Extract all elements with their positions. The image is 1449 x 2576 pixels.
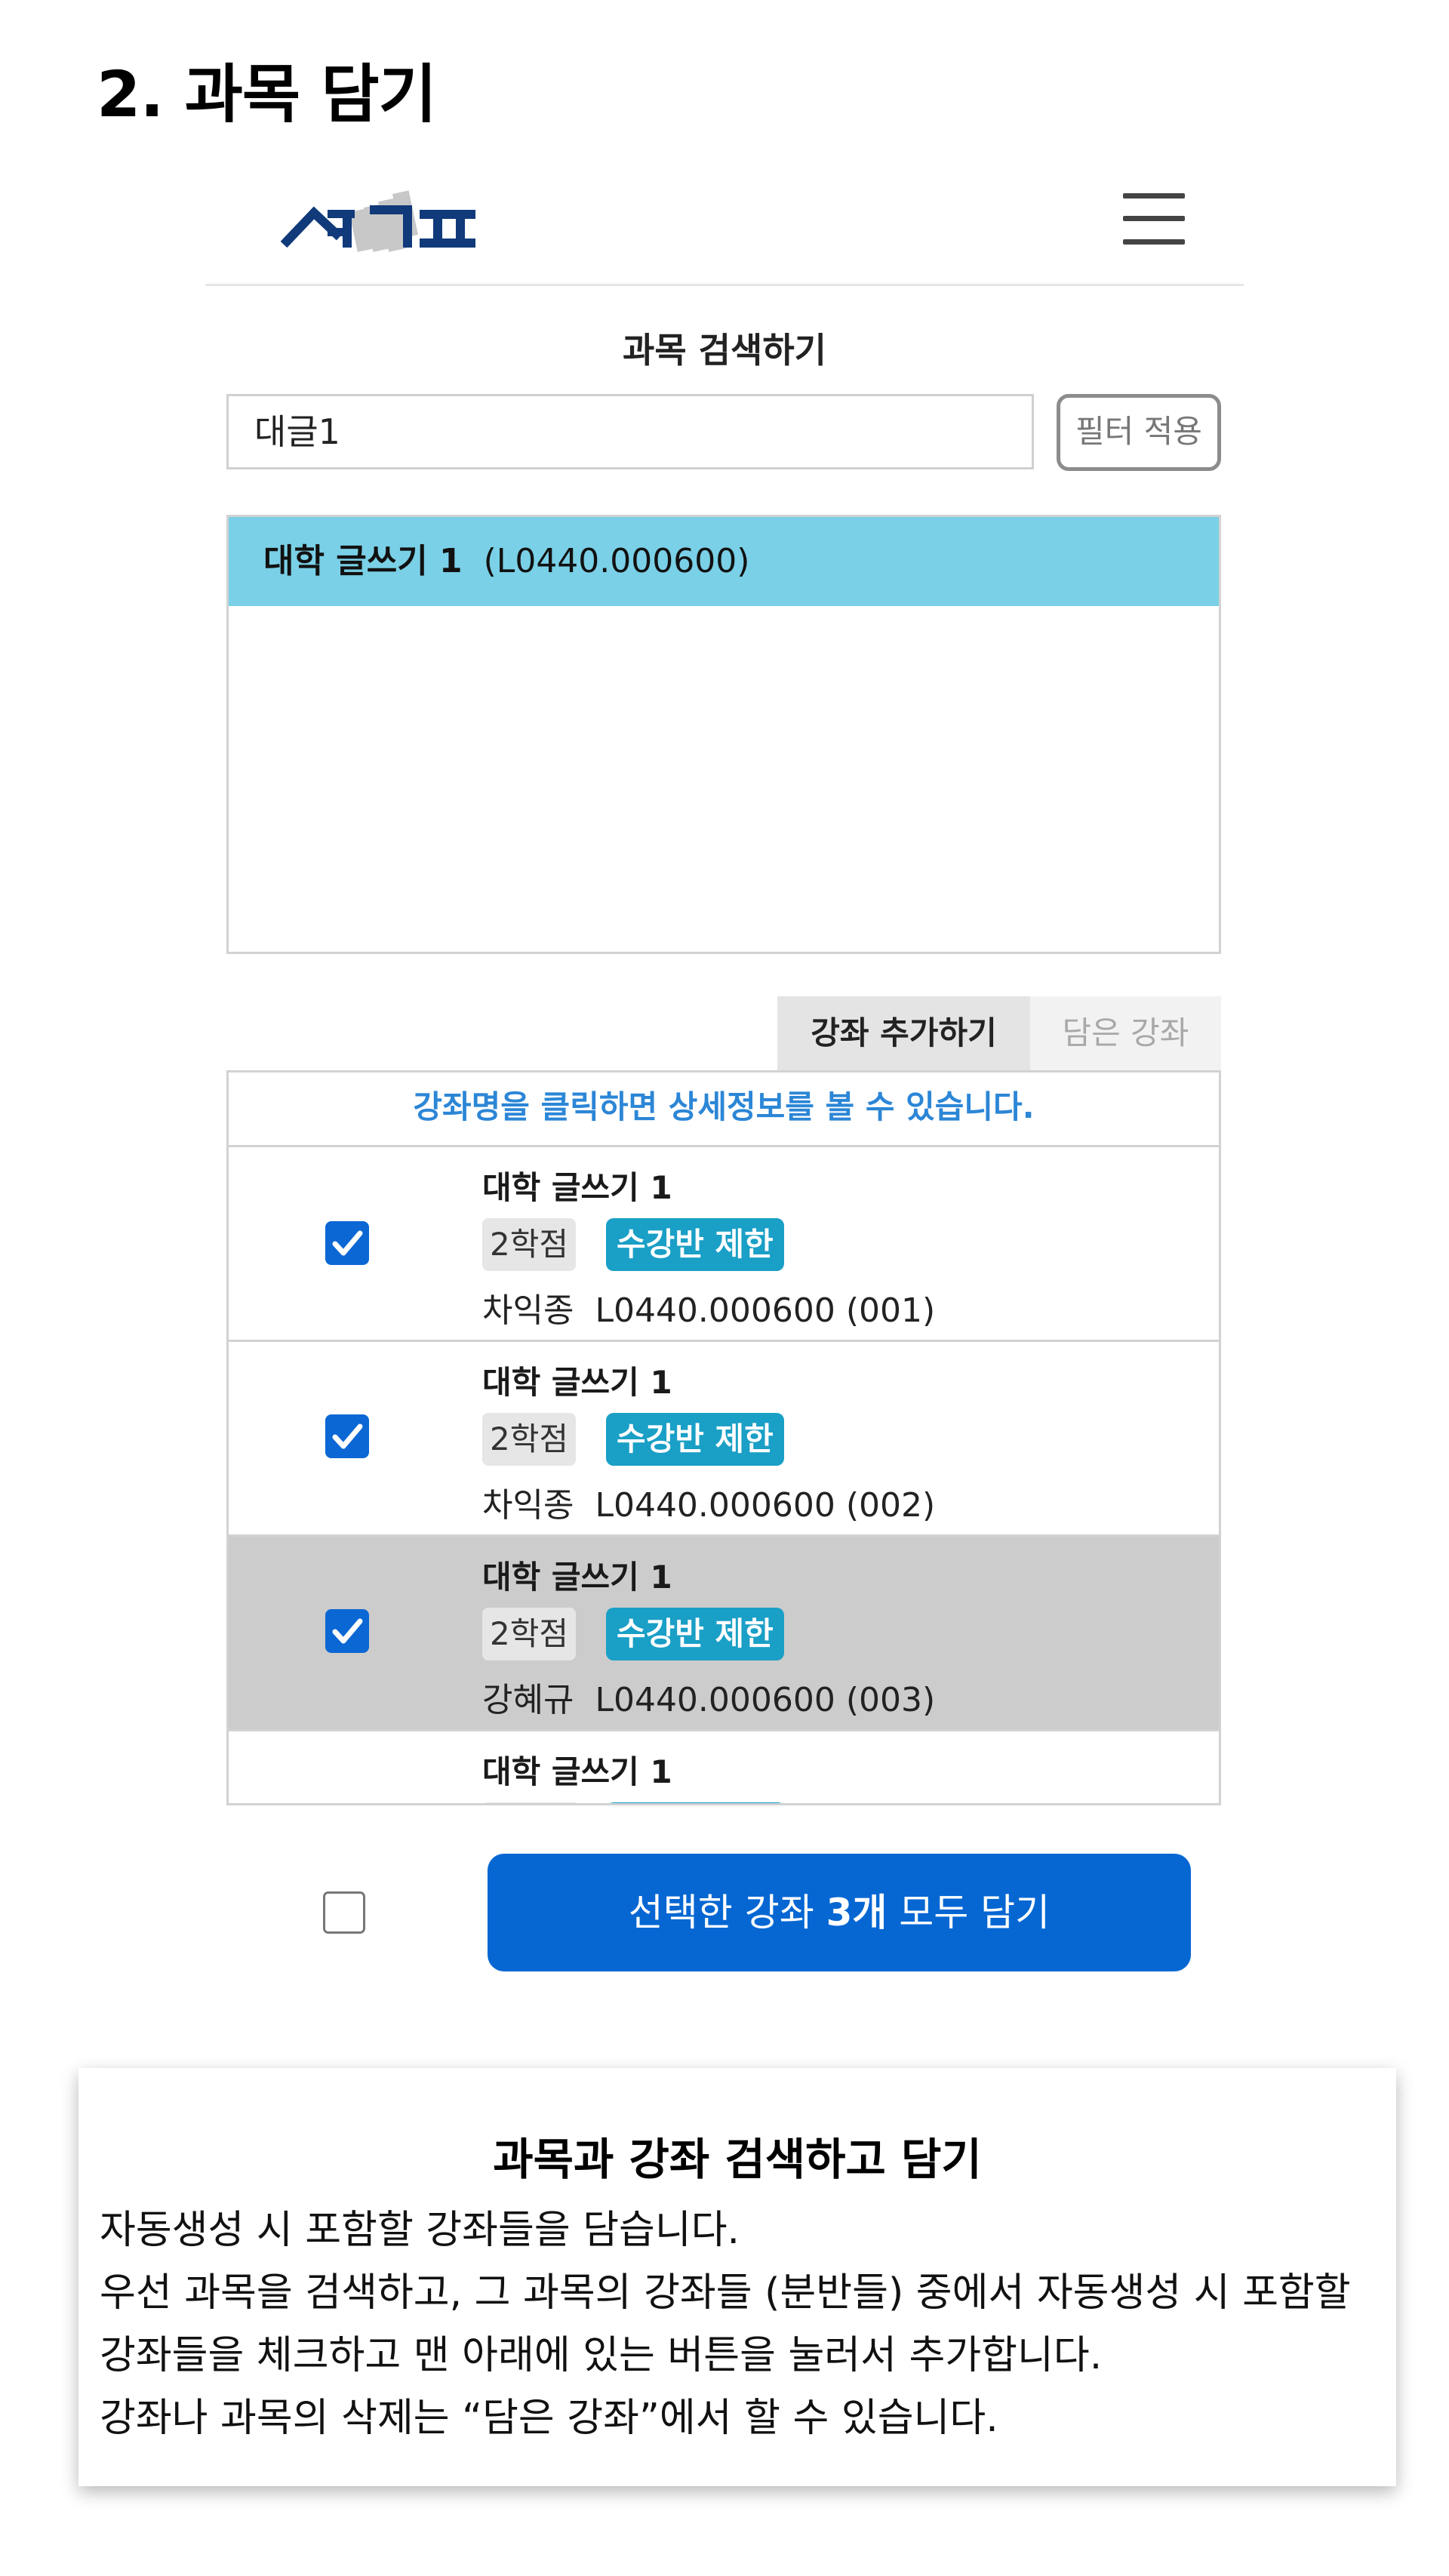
card-line: 자동생성 시 포함할 강좌들을 담습니다. <box>100 2208 740 2253</box>
section-professor: 차익종 <box>482 1291 574 1330</box>
section-code: L0440.000600 (001) <box>595 1291 936 1330</box>
section-professor: 차익종 <box>482 1486 574 1525</box>
section-row-selected[interactable]: 대학 글쓰기 1 2학점 수강반 제한 강혜규 L0440.000600 (00… <box>229 1537 1219 1731</box>
section-code: L0440.000600 (003) <box>595 1681 936 1719</box>
restriction-badge: 수강반 제한 <box>606 1608 784 1660</box>
section-checkbox[interactable] <box>325 1414 369 1458</box>
section-title[interactable]: 대학 글쓰기 1 <box>482 1552 672 1598</box>
app-logo[interactable] <box>281 172 483 263</box>
add-selected-sections-button[interactable]: 선택한 강좌 3개 모두 담기 <box>488 1854 1191 1971</box>
section-checkbox[interactable] <box>325 1609 369 1653</box>
result-course-code: (L0440.000600) <box>483 542 750 580</box>
section-row[interactable]: 대학 글쓰기 1 <box>229 1731 1219 1803</box>
filter-apply-button[interactable]: 필터 적용 <box>1057 394 1221 471</box>
section-row[interactable]: 대학 글쓰기 1 2학점 수강반 제한 차익종 L0440.000600 (00… <box>229 1147 1219 1342</box>
tab-saved-sections[interactable]: 담은 강좌 <box>1030 996 1221 1070</box>
explanation-card: 과목과 강좌 검색하고 담기 자동생성 시 포함할 강좌들을 담습니다. 우선 … <box>78 2068 1396 2486</box>
section-meta: 강혜규 L0440.000600 (003) <box>482 1673 935 1721</box>
tab-add-sections[interactable]: 강좌 추가하기 <box>777 996 1030 1070</box>
section-row[interactable]: 대학 글쓰기 1 2학점 수강반 제한 차익종 L0440.000600 (00… <box>229 1342 1219 1537</box>
result-course-name: 대학 글쓰기 1 <box>263 542 463 580</box>
restriction-badge: 수강반 제한 <box>606 1413 784 1466</box>
header-divider <box>205 284 1244 286</box>
section-hint: 강좌명을 클릭하면 상세정보를 볼 수 있습니다. <box>229 1073 1219 1147</box>
credit-badge: 2학점 <box>482 1608 577 1660</box>
card-line: 강좌나 과목의 삭제는 “담은 강좌”에서 할 수 있습니다. <box>100 2396 998 2441</box>
credit-badge: 2학점 <box>482 1218 577 1271</box>
section-meta: 차익종 L0440.000600 (001) <box>482 1283 935 1331</box>
menu-icon[interactable] <box>1123 193 1185 245</box>
add-button-prefix: 선택한 강좌 <box>628 1891 826 1934</box>
credit-badge <box>482 1802 580 1803</box>
restriction-badge <box>606 1802 786 1803</box>
section-meta: 차익종 L0440.000600 (002) <box>482 1478 935 1526</box>
credit-badge: 2학점 <box>482 1413 577 1466</box>
section-title[interactable]: 대학 글쓰기 1 <box>482 1357 672 1403</box>
search-title: 과목 검색하기 <box>623 330 826 371</box>
add-button-suffix: 모두 담기 <box>887 1891 1051 1934</box>
section-professor: 강혜규 <box>482 1681 574 1719</box>
section-code: L0440.000600 (002) <box>595 1486 936 1525</box>
section-title[interactable]: 대학 글쓰기 1 <box>482 1747 672 1793</box>
section-list: 강좌명을 클릭하면 상세정보를 볼 수 있습니다. 대학 글쓰기 1 2학점 수… <box>226 1070 1221 1805</box>
card-line: 우선 과목을 검색하고, 그 과목의 강좌들 (분반들) 중에서 자동생성 시 … <box>100 2270 1351 2316</box>
page-heading: 2. 과목 담기 <box>97 57 437 131</box>
add-button-count: 3개 <box>826 1891 888 1934</box>
section-checkbox[interactable] <box>325 1221 369 1265</box>
card-line: 강좌들을 체크하고 맨 아래에 있는 버튼을 눌러서 추가합니다. <box>100 2333 1103 2378</box>
search-result-item[interactable]: 대학 글쓰기 1 (L0440.000600) <box>229 517 1219 606</box>
search-input[interactable]: 대글1 <box>226 394 1034 469</box>
search-result-list: 대학 글쓰기 1 (L0440.000600) <box>226 515 1221 954</box>
restriction-badge: 수강반 제한 <box>606 1218 784 1271</box>
section-title[interactable]: 대학 글쓰기 1 <box>482 1162 672 1208</box>
select-all-checkbox[interactable] <box>323 1891 365 1934</box>
card-title: 과목과 강좌 검색하고 담기 <box>493 2134 982 2185</box>
